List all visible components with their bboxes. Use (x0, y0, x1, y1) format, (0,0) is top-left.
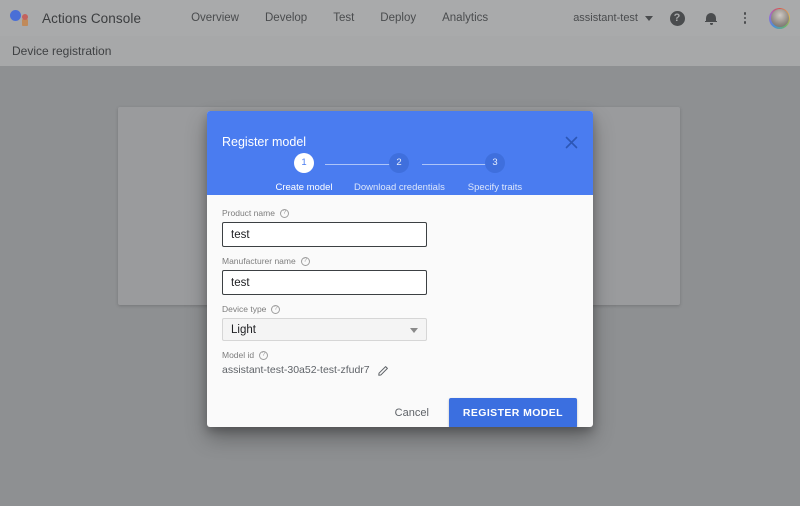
model-id-field: Model id ? assistant-test-30a52-test-zfu… (222, 350, 575, 376)
top-app-bar: Actions Console Overview Develop Test De… (0, 0, 800, 36)
avatar-image (770, 9, 789, 27)
project-selector[interactable]: assistant-test (573, 12, 653, 24)
dialog-footer: Cancel REGISTER MODEL (207, 385, 593, 427)
chevron-down-icon (645, 15, 653, 21)
stepper-step-3[interactable]: 3 Specify traits (450, 153, 540, 193)
stepper-step-2-label: Download credentials (354, 182, 445, 193)
product-name-label: Product name (222, 208, 275, 218)
kebab-menu-icon (743, 12, 747, 24)
stepper-step-1-label: Create model (275, 182, 333, 193)
register-model-dialog: Register model 1 Create model 2 Download… (207, 111, 593, 427)
stepper: 1 Create model 2 Download credentials 3 … (207, 153, 593, 197)
model-id-label: Model id (222, 350, 255, 360)
product-name-label-row: Product name ? (222, 208, 575, 218)
product-name-field: Product name ? (222, 208, 575, 247)
nav-item-analytics[interactable]: Analytics (442, 12, 488, 24)
device-type-label-row: Device type ? (222, 304, 575, 314)
dialog-header: Register model 1 Create model 2 Download… (207, 111, 593, 195)
close-icon[interactable] (563, 134, 579, 150)
bell-icon (705, 12, 717, 25)
brand[interactable]: Actions Console (10, 7, 141, 29)
device-type-label: Device type (222, 304, 267, 314)
stepper-step-3-label: Specify traits (467, 182, 523, 193)
google-actions-logo-icon (10, 7, 32, 29)
project-name: assistant-test (573, 12, 638, 24)
nav-item-deploy[interactable]: Deploy (380, 12, 416, 24)
sub-header: Device registration (0, 36, 800, 66)
manufacturer-name-label: Manufacturer name (222, 256, 296, 266)
manufacturer-name-field: Manufacturer name ? (222, 256, 575, 295)
app-bar-actions: assistant-test ? (573, 7, 790, 29)
stepper-step-2-number: 2 (389, 153, 409, 173)
model-id-value: assistant-test-30a52-test-zfudr7 (222, 364, 370, 376)
nav-item-overview[interactable]: Overview (191, 12, 239, 24)
pencil-icon[interactable] (377, 365, 389, 376)
stepper-step-3-number: 3 (485, 153, 505, 173)
device-type-select[interactable]: Light (222, 318, 427, 341)
dialog-title: Register model (222, 135, 307, 149)
cancel-button[interactable]: Cancel (385, 399, 439, 427)
product-name-input[interactable] (222, 222, 427, 247)
brand-title: Actions Console (42, 10, 142, 26)
stepper-step-1[interactable]: 1 Create model (259, 153, 349, 193)
nav-item-test[interactable]: Test (333, 12, 354, 24)
register-model-button[interactable]: REGISTER MODEL (448, 398, 577, 427)
help-icon[interactable]: ? (271, 304, 281, 314)
help-button[interactable]: ? (667, 8, 687, 28)
notifications-button[interactable] (701, 8, 721, 28)
help-icon[interactable]: ? (259, 350, 269, 360)
model-id-label-row: Model id ? (222, 350, 575, 360)
avatar[interactable] (769, 7, 790, 29)
help-icon[interactable]: ? (300, 256, 310, 266)
manufacturer-name-label-row: Manufacturer name ? (222, 256, 575, 266)
dialog-body: Product name ? Manufacturer name ? Devic… (207, 195, 593, 385)
manufacturer-name-input[interactable] (222, 270, 427, 295)
overflow-menu-button[interactable] (735, 8, 755, 28)
stepper-step-2[interactable]: 2 Download credentials (354, 153, 445, 193)
help-icon[interactable]: ? (279, 208, 289, 218)
device-type-field: Device type ? Light (222, 304, 575, 341)
stepper-step-1-number: 1 (294, 153, 314, 173)
main-nav: Overview Develop Test Deploy Analytics (191, 12, 488, 24)
help-circle-icon: ? (669, 10, 685, 26)
device-type-select-wrap: Light (222, 318, 427, 341)
model-id-row: assistant-test-30a52-test-zfudr7 (222, 364, 575, 376)
nav-item-develop[interactable]: Develop (265, 12, 307, 24)
page-title: Device registration (12, 44, 112, 58)
